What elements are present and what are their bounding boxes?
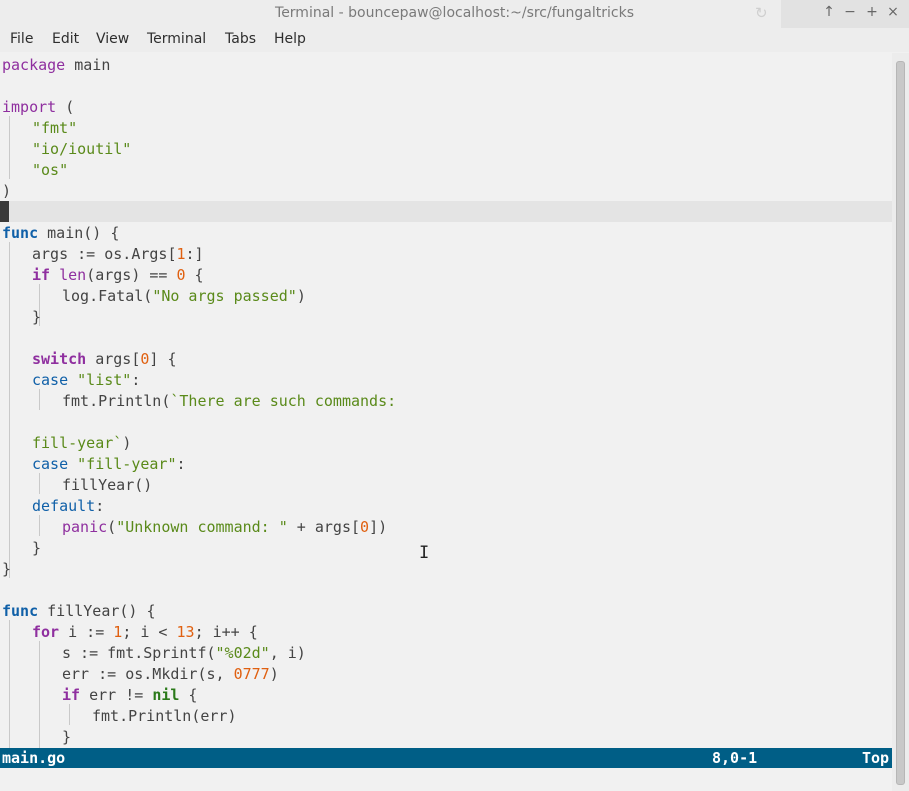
menu-help[interactable]: Help <box>274 31 306 47</box>
menu-tabs[interactable]: Tabs <box>225 31 256 47</box>
menu-file[interactable]: File <box>10 31 33 47</box>
code-line-25: } <box>2 560 12 578</box>
indent-guide <box>69 704 70 725</box>
vertical-scrollbar[interactable] <box>892 53 909 791</box>
terminal-vim-editor[interactable]: package main import ( "fmt" "io/ioutil" … <box>0 53 892 748</box>
indent-guide <box>9 242 10 578</box>
code-line-28: for i := 1; i < 13; i++ { <box>32 623 258 641</box>
indent-guide <box>9 116 10 179</box>
maximize-button[interactable]: + <box>862 4 882 20</box>
indent-guide <box>39 473 40 494</box>
code-line-29: s := fmt.Sprintf("%02d", i) <box>62 644 306 662</box>
indent-guide <box>39 389 40 410</box>
code-line-27: func fillYear() { <box>2 602 156 620</box>
current-line-highlight <box>0 201 892 222</box>
code-line-4: "fmt" <box>32 119 78 137</box>
vim-status-line: main.go 8,0-1 Top <box>0 748 892 768</box>
indent-guide <box>39 515 40 536</box>
code-line-3: import ( <box>2 98 75 116</box>
code-line-13: } <box>32 308 42 326</box>
window-title: Terminal - bouncepaw@localhost:~/src/fun… <box>275 5 634 21</box>
menu-bar: File Edit View Terminal Tabs Help <box>0 28 909 52</box>
refresh-icon: ↻ <box>755 4 768 22</box>
code-line-31: if err != nil { <box>62 686 198 704</box>
window-buttons: ↑ − + × <box>781 0 909 28</box>
code-line-22: default: <box>32 497 105 515</box>
scrollbar-thumb[interactable] <box>896 61 905 785</box>
code-line-32: fmt.Println(err) <box>92 707 237 725</box>
indent-guide <box>9 620 10 748</box>
code-line-7: ) <box>2 182 12 200</box>
code-line-19: fill-year`) <box>32 434 132 452</box>
menu-terminal[interactable]: Terminal <box>147 31 206 47</box>
code-line-6: "os" <box>32 161 69 179</box>
code-line-9: func main() { <box>2 224 120 242</box>
keep-above-button[interactable]: ↑ <box>819 4 839 20</box>
menu-view[interactable]: View <box>96 31 129 47</box>
code-line-11: if len(args) == 0 { <box>32 266 204 284</box>
code-line-30: err := os.Mkdir(s, 0777) <box>62 665 279 683</box>
indent-guide <box>39 641 40 748</box>
code-line-1: package main <box>2 56 111 74</box>
text-cursor <box>0 201 9 222</box>
code-line-24: } <box>32 539 42 557</box>
code-line-20: case "fill-year": <box>32 455 186 473</box>
code-line-33: } <box>62 728 72 746</box>
minimize-button[interactable]: − <box>840 4 860 20</box>
menu-edit[interactable]: Edit <box>52 31 79 47</box>
status-scroll-position: Top <box>862 749 890 767</box>
code-line-23: panic("Unknown command: " + args[0]) <box>62 518 388 536</box>
status-cursor-position: 8,0-1 <box>712 749 758 767</box>
code-line-21: fillYear() <box>62 476 153 494</box>
status-filename: main.go <box>2 749 66 767</box>
code-line-5: "io/ioutil" <box>32 140 132 158</box>
code-line-16: case "list": <box>32 371 141 389</box>
mouse-ibeam-icon: I <box>419 543 430 563</box>
code-line-17: fmt.Println(`There are such commands: <box>62 392 397 410</box>
window-titlebar[interactable]: Terminal - bouncepaw@localhost:~/src/fun… <box>0 0 909 28</box>
code-line-12: log.Fatal("No args passed") <box>62 287 306 305</box>
code-line-10: args := os.Args[1:] <box>32 245 204 263</box>
close-button[interactable]: × <box>883 4 903 20</box>
code-line-15: switch args[0] { <box>32 350 177 368</box>
